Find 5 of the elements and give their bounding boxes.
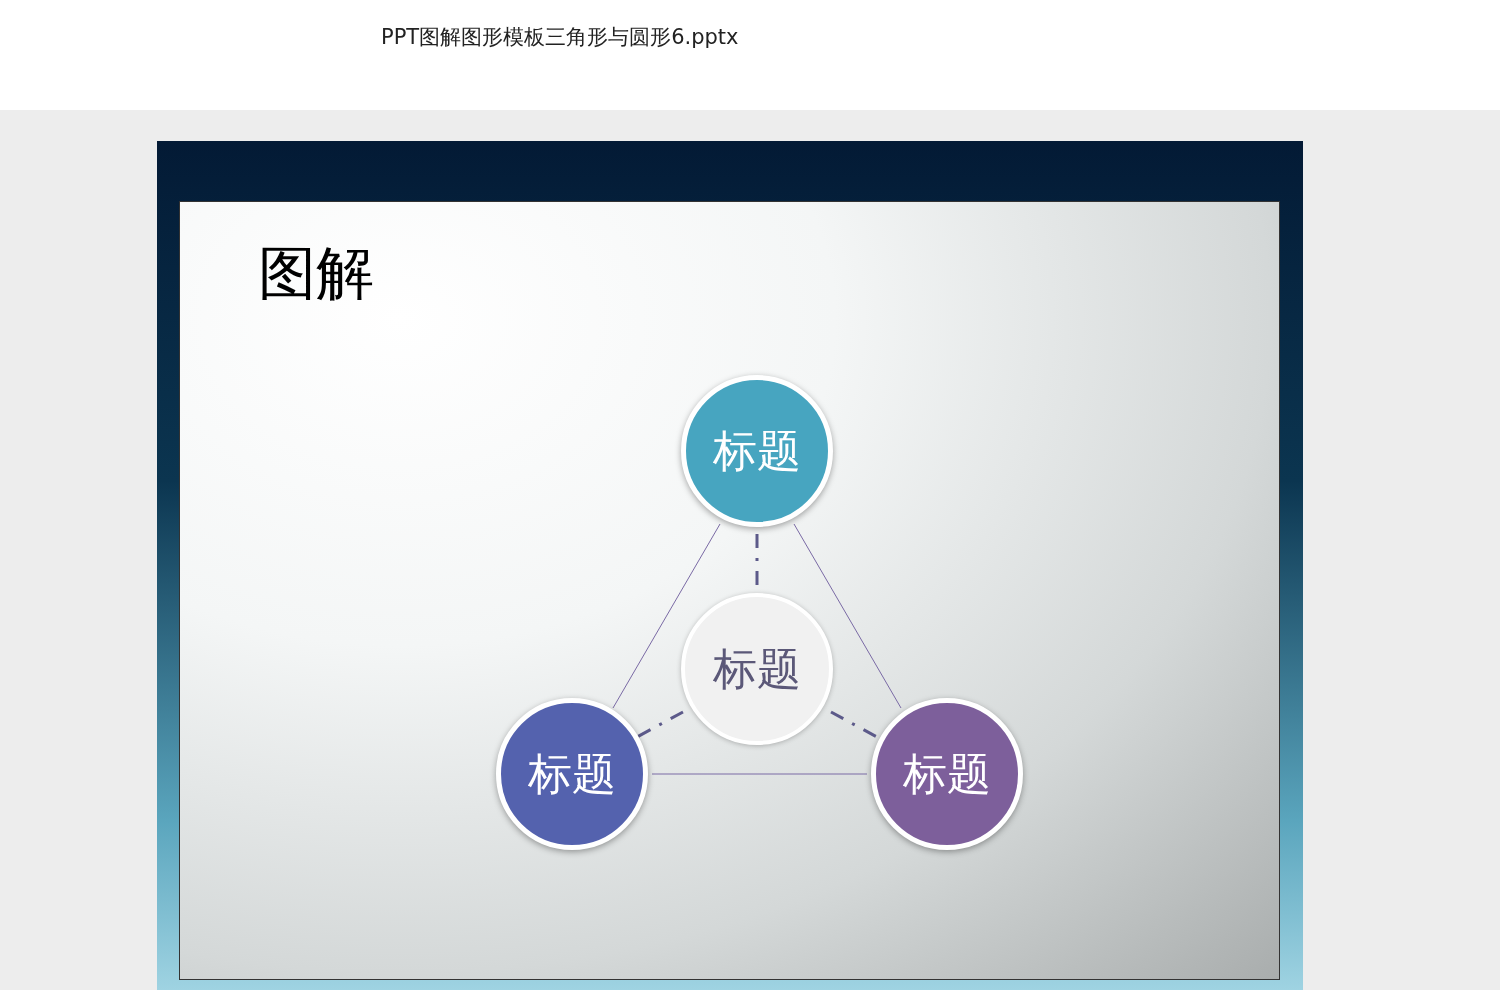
slide-title: 图解 <box>258 244 374 302</box>
dashed-line <box>830 710 878 739</box>
dashed-line <box>636 710 684 739</box>
file-name: PPT图解图形模板三角形与圆形6.pptx <box>381 24 739 51</box>
dashed-line <box>755 534 759 587</box>
